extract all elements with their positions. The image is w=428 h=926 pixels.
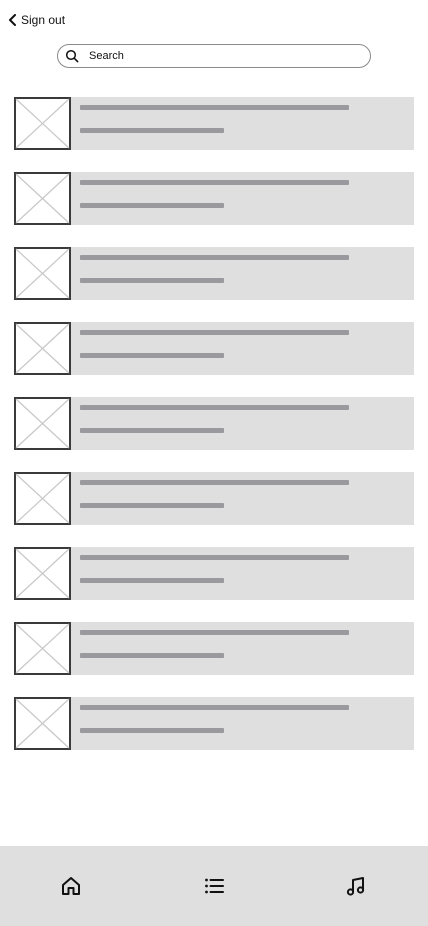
list-item-subtitle-placeholder [80,578,224,583]
list-item-subtitle-placeholder [80,278,224,283]
list-item-title-placeholder [80,480,349,485]
sign-out-label: Sign out [21,13,66,27]
list-item-title-placeholder [80,405,349,410]
tab-home[interactable] [59,874,83,898]
image-placeholder-icon [14,547,71,600]
list-item-subtitle-placeholder [80,128,224,133]
search-bar[interactable] [57,44,371,68]
image-placeholder-icon [14,622,71,675]
music-note-icon [346,877,365,896]
list-item-subtitle-placeholder [80,428,224,433]
list-item-subtitle-placeholder [80,653,224,658]
search-input[interactable] [89,46,349,66]
image-placeholder-icon [14,472,71,525]
list-item[interactable] [14,322,414,375]
list-item[interactable] [14,622,414,675]
list-item[interactable] [14,172,414,225]
list-item-subtitle-placeholder [80,728,224,733]
list-item-title-placeholder [80,630,349,635]
home-icon [62,877,80,895]
bottom-tab-bar [0,846,428,926]
list-item-title-placeholder [80,330,349,335]
list-icon [205,878,224,894]
image-placeholder-icon [14,322,71,375]
image-placeholder-icon [14,697,71,750]
list-item[interactable] [14,397,414,450]
list-item[interactable] [14,547,414,600]
list-item-title-placeholder [80,555,349,560]
chevron-left-icon [9,14,16,26]
list-item-subtitle-placeholder [80,503,224,508]
image-placeholder-icon [14,172,71,225]
list-item[interactable] [14,247,414,300]
list-item-subtitle-placeholder [80,353,224,358]
tab-music[interactable] [344,874,368,898]
list-item-subtitle-placeholder [80,203,224,208]
search-icon [65,49,79,63]
list-item[interactable] [14,697,414,750]
image-placeholder-icon [14,97,71,150]
sign-out-button[interactable]: Sign out [8,11,65,29]
tab-list[interactable] [202,874,226,898]
image-placeholder-icon [14,247,71,300]
list-item[interactable] [14,97,414,150]
list-item-title-placeholder [80,105,349,110]
content-list [14,97,414,772]
list-item[interactable] [14,472,414,525]
list-item-title-placeholder [80,255,349,260]
list-item-title-placeholder [80,705,349,710]
image-placeholder-icon [14,397,71,450]
list-item-title-placeholder [80,180,349,185]
